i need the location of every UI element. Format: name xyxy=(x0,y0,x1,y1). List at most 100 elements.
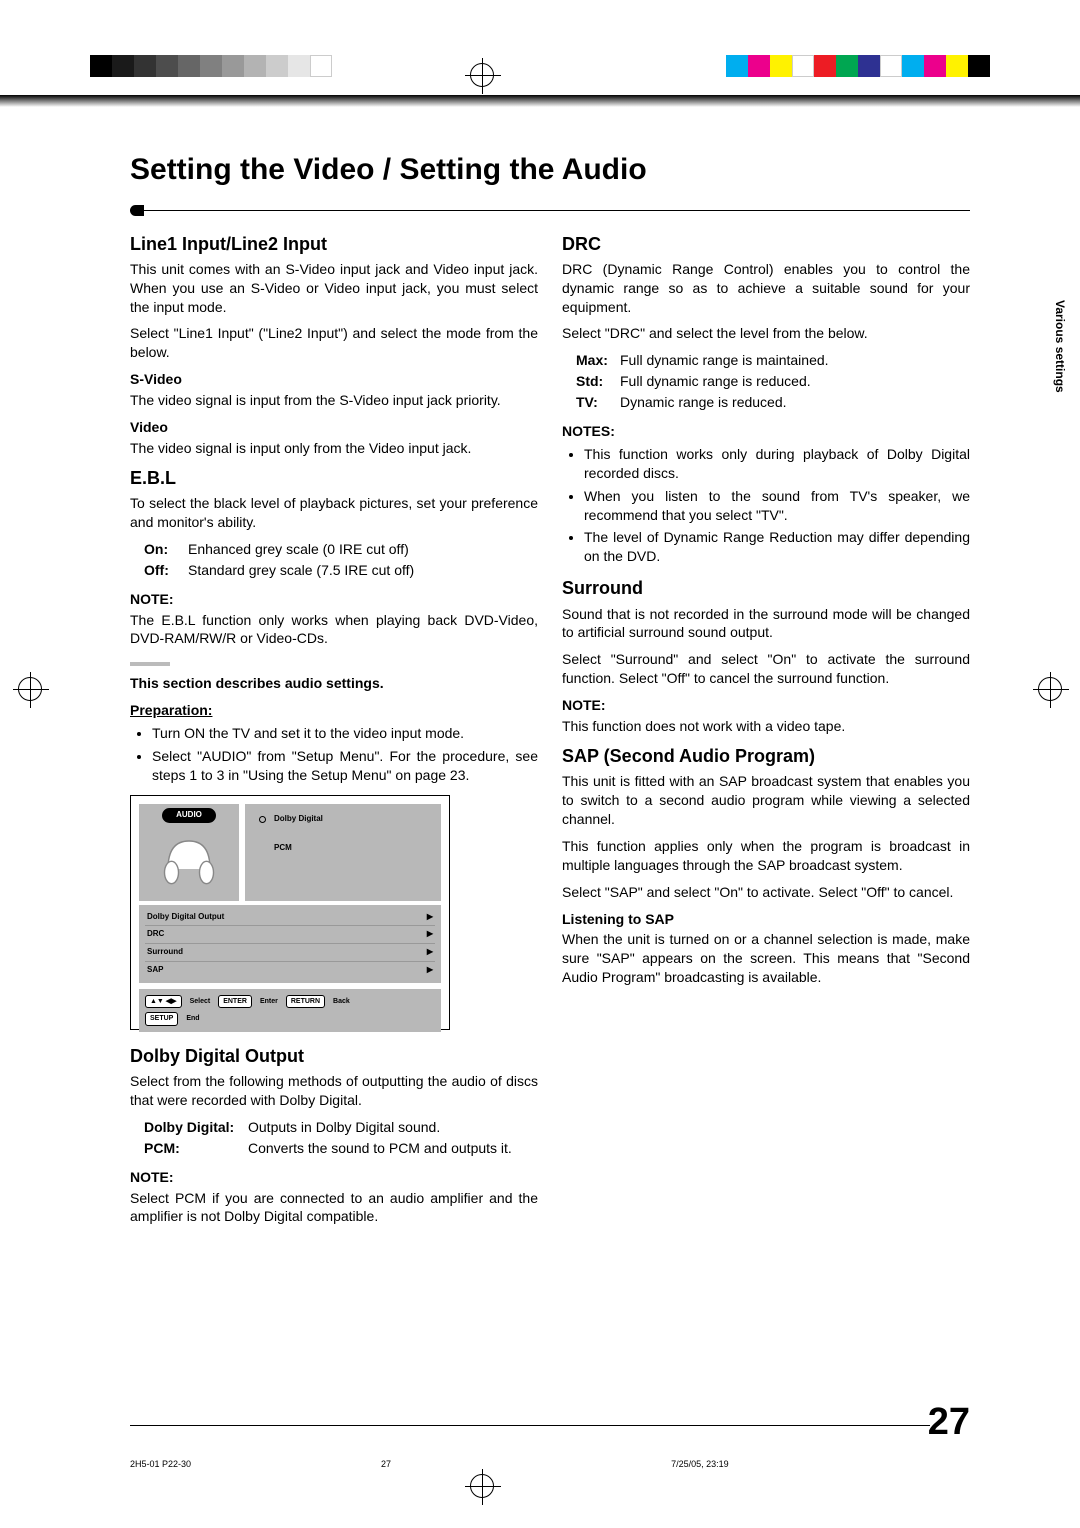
hint-enter: Enter xyxy=(260,997,278,1006)
drc-std-k: Std: xyxy=(576,372,620,391)
registration-mark-top xyxy=(470,63,494,87)
ebl-desc: To select the black level of playback pi… xyxy=(130,494,538,532)
right-column: DRC DRC (Dynamic Range Control) enables … xyxy=(562,226,970,1235)
chevron-right-icon: ▶ xyxy=(427,912,433,923)
line-input-p2: Select "Line1 Input" ("Line2 Input") and… xyxy=(130,324,538,362)
sap-listen-p: When the unit is turned on or a channel … xyxy=(562,930,970,987)
registration-mark-right xyxy=(1038,677,1062,701)
surround-note-head: NOTE: xyxy=(562,696,970,715)
heading-sap: SAP (Second Audio Program) xyxy=(562,744,970,768)
drc-max-k: Max: xyxy=(576,351,620,370)
title-rule xyxy=(130,209,970,212)
drc-notes-head: NOTES: xyxy=(562,422,970,441)
registration-mark-bottom xyxy=(470,1474,494,1498)
preparation-head: Preparation: xyxy=(130,701,538,720)
heading-line-input: Line1 Input/Line2 Input xyxy=(130,232,538,256)
headphones-icon xyxy=(154,827,224,897)
heading-surround: Surround xyxy=(562,576,970,600)
sap-p2: This function applies only when the prog… xyxy=(562,837,970,875)
setup-key-icon: SETUP xyxy=(145,1012,178,1025)
drc-notes-list: This function works only during playback… xyxy=(584,445,970,566)
svideo-subhead: S-Video xyxy=(130,370,538,389)
video-subhead: Video xyxy=(130,418,538,437)
drc-tv-k: TV: xyxy=(576,393,620,412)
chevron-right-icon: ▶ xyxy=(427,965,433,976)
ebl-off-val: Standard grey scale (7.5 IRE cut off) xyxy=(188,561,538,580)
menu-sap: SAP xyxy=(147,965,163,976)
audio-setup-screenshot: AUDIO Dolby Digital PCM Dolby Digital Ou… xyxy=(130,795,450,1030)
section-tab: Various settings xyxy=(1052,300,1068,393)
audio-icon-panel: AUDIO xyxy=(139,804,239,901)
ebl-options: On:Enhanced grey scale (0 IRE cut off) O… xyxy=(144,540,538,580)
dolby-options: Dolby Digital:Outputs in Dolby Digital s… xyxy=(144,1118,538,1158)
dolby-note-head: NOTE: xyxy=(130,1168,538,1187)
dolby-note: Select PCM if you are connected to an au… xyxy=(130,1189,538,1227)
dolby-pcm-key: PCM: xyxy=(144,1139,248,1158)
audio-menu-list: Dolby Digital Output ▶ DRC ▶ Surround ▶ SAP… xyxy=(139,905,441,983)
sap-p3: Select "SAP" and select "On" to activate… xyxy=(562,883,970,902)
registration-mark-left xyxy=(18,677,42,701)
dpad-icon: ▲▼ ◀▶ xyxy=(145,995,182,1008)
footer-metadata: 2H5-01 P22-30 27 7/25/05, 23:19 xyxy=(130,1458,970,1470)
hint-back: Back xyxy=(333,997,350,1006)
menu-dolby: Dolby Digital Output xyxy=(147,912,224,923)
page-title: Setting the Video / Setting the Audio xyxy=(130,150,970,191)
drc-note-3: The level of Dynamic Range Reduction may… xyxy=(584,528,970,566)
heading-ebl: E.B.L xyxy=(130,466,538,490)
audio-intro: This section describes audio settings. xyxy=(130,674,538,693)
opt-pcm: PCM xyxy=(274,843,292,854)
menu-surround: Surround xyxy=(147,947,183,958)
audio-panel-label: AUDIO xyxy=(162,808,216,823)
prep-item-1: Turn ON the TV and set it to the video i… xyxy=(152,724,538,743)
enter-key-icon: ENTER xyxy=(218,995,252,1008)
page-content: Setting the Video / Setting the Audio Va… xyxy=(130,150,970,1468)
radio-icon xyxy=(259,816,266,823)
surround-note: This function does not work with a video… xyxy=(562,717,970,736)
heading-drc: DRC xyxy=(562,232,970,256)
opt-dolby: Dolby Digital xyxy=(274,814,323,825)
drc-p2: Select "DRC" and select the level from t… xyxy=(562,324,970,343)
footer-file: 2H5-01 P22-30 xyxy=(130,1458,191,1470)
footer-date: 7/25/05, 23:19 xyxy=(671,1458,729,1470)
prep-item-2: Select "AUDIO" from "Setup Menu". For th… xyxy=(152,747,538,785)
surround-p1: Sound that is not recorded in the surrou… xyxy=(562,605,970,643)
printer-marks-top xyxy=(0,25,1080,95)
dolby-desc: Select from the following methods of out… xyxy=(130,1072,538,1110)
audio-footer-hints: ▲▼ ◀▶ Select ENTER Enter RETURN Back SET… xyxy=(139,989,441,1032)
drc-p1: DRC (Dynamic Range Control) enables you … xyxy=(562,260,970,317)
dolby-dd-key: Dolby Digital: xyxy=(144,1118,248,1137)
menu-drc: DRC xyxy=(147,929,164,940)
line-input-p1: This unit comes with an S-Video input ja… xyxy=(130,260,538,317)
sap-listen-head: Listening to SAP xyxy=(562,910,970,929)
preparation-list: Turn ON the TV and set it to the video i… xyxy=(152,724,538,785)
hint-select: Select xyxy=(190,997,211,1006)
ebl-on-val: Enhanced grey scale (0 IRE cut off) xyxy=(188,540,538,559)
surround-p2: Select "Surround" and select "On" to act… xyxy=(562,650,970,688)
two-column-layout: Line1 Input/Line2 Input This unit comes … xyxy=(130,226,970,1235)
chevron-right-icon: ▶ xyxy=(427,929,433,940)
section-divider xyxy=(130,662,170,666)
footer-page: 27 xyxy=(381,1458,391,1470)
dolby-pcm-val: Converts the sound to PCM and outputs it… xyxy=(248,1139,538,1158)
drc-note-1: This function works only during playback… xyxy=(584,445,970,483)
left-column: Line1 Input/Line2 Input This unit comes … xyxy=(130,226,538,1235)
svideo-desc: The video signal is input from the S-Vid… xyxy=(130,391,538,410)
ebl-note: The E.B.L function only works when playi… xyxy=(130,611,538,649)
drc-options: Max:Full dynamic range is maintained. St… xyxy=(576,351,970,412)
ebl-off-key: Off: xyxy=(144,561,188,580)
gradient-bar xyxy=(0,95,1080,107)
grayscale-strip xyxy=(90,55,332,77)
drc-max-v: Full dynamic range is maintained. xyxy=(620,351,970,370)
hint-end: End xyxy=(186,1014,199,1023)
audio-option-panel: Dolby Digital PCM xyxy=(245,804,441,901)
drc-tv-v: Dynamic range is reduced. xyxy=(620,393,970,412)
ebl-on-key: On: xyxy=(144,540,188,559)
ebl-note-head: NOTE: xyxy=(130,590,538,609)
dolby-dd-val: Outputs in Dolby Digital sound. xyxy=(248,1118,538,1137)
return-key-icon: RETURN xyxy=(286,995,325,1008)
chevron-right-icon: ▶ xyxy=(427,947,433,958)
heading-dolby: Dolby Digital Output xyxy=(130,1044,538,1068)
page-number-rule xyxy=(130,1425,930,1426)
drc-note-2: When you listen to the sound from TV's s… xyxy=(584,487,970,525)
color-strip xyxy=(726,55,990,77)
